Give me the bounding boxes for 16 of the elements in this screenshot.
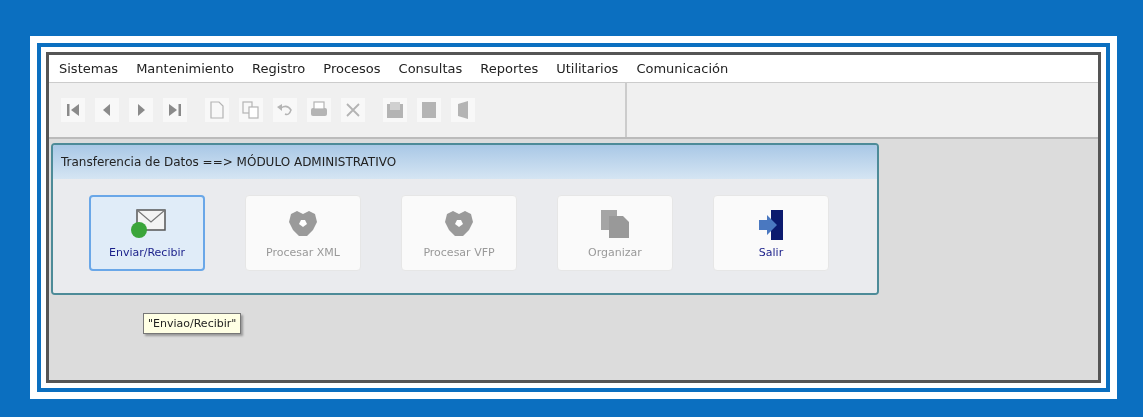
first-record-icon[interactable] bbox=[61, 98, 85, 122]
previous-icon[interactable] bbox=[95, 98, 119, 122]
last-record-icon[interactable] bbox=[163, 98, 187, 122]
menu-item[interactable]: Mantenimiento bbox=[136, 61, 235, 76]
toolbar-button[interactable]: Salir bbox=[713, 195, 829, 271]
tooltip: "Enviao/Recibir" bbox=[143, 313, 242, 334]
dialog-title: Transferencia de Datos ==> MÓDULO ADMINISTRATIVO bbox=[53, 145, 877, 179]
toolbar-button[interactable]: Enviar/Recibir bbox=[89, 195, 205, 271]
menu-item[interactable]: Consultas bbox=[398, 61, 463, 76]
menu-item[interactable]: Registro bbox=[252, 61, 306, 76]
next-icon[interactable] bbox=[129, 98, 153, 122]
menu-item[interactable]: Reportes bbox=[480, 61, 539, 76]
menu-item[interactable]: Utilitarios bbox=[556, 61, 619, 76]
menu-item[interactable]: Comunicación bbox=[636, 61, 729, 76]
menu-item[interactable]: Sistemas bbox=[59, 61, 119, 76]
menu-item[interactable]: Procesos bbox=[323, 61, 381, 76]
